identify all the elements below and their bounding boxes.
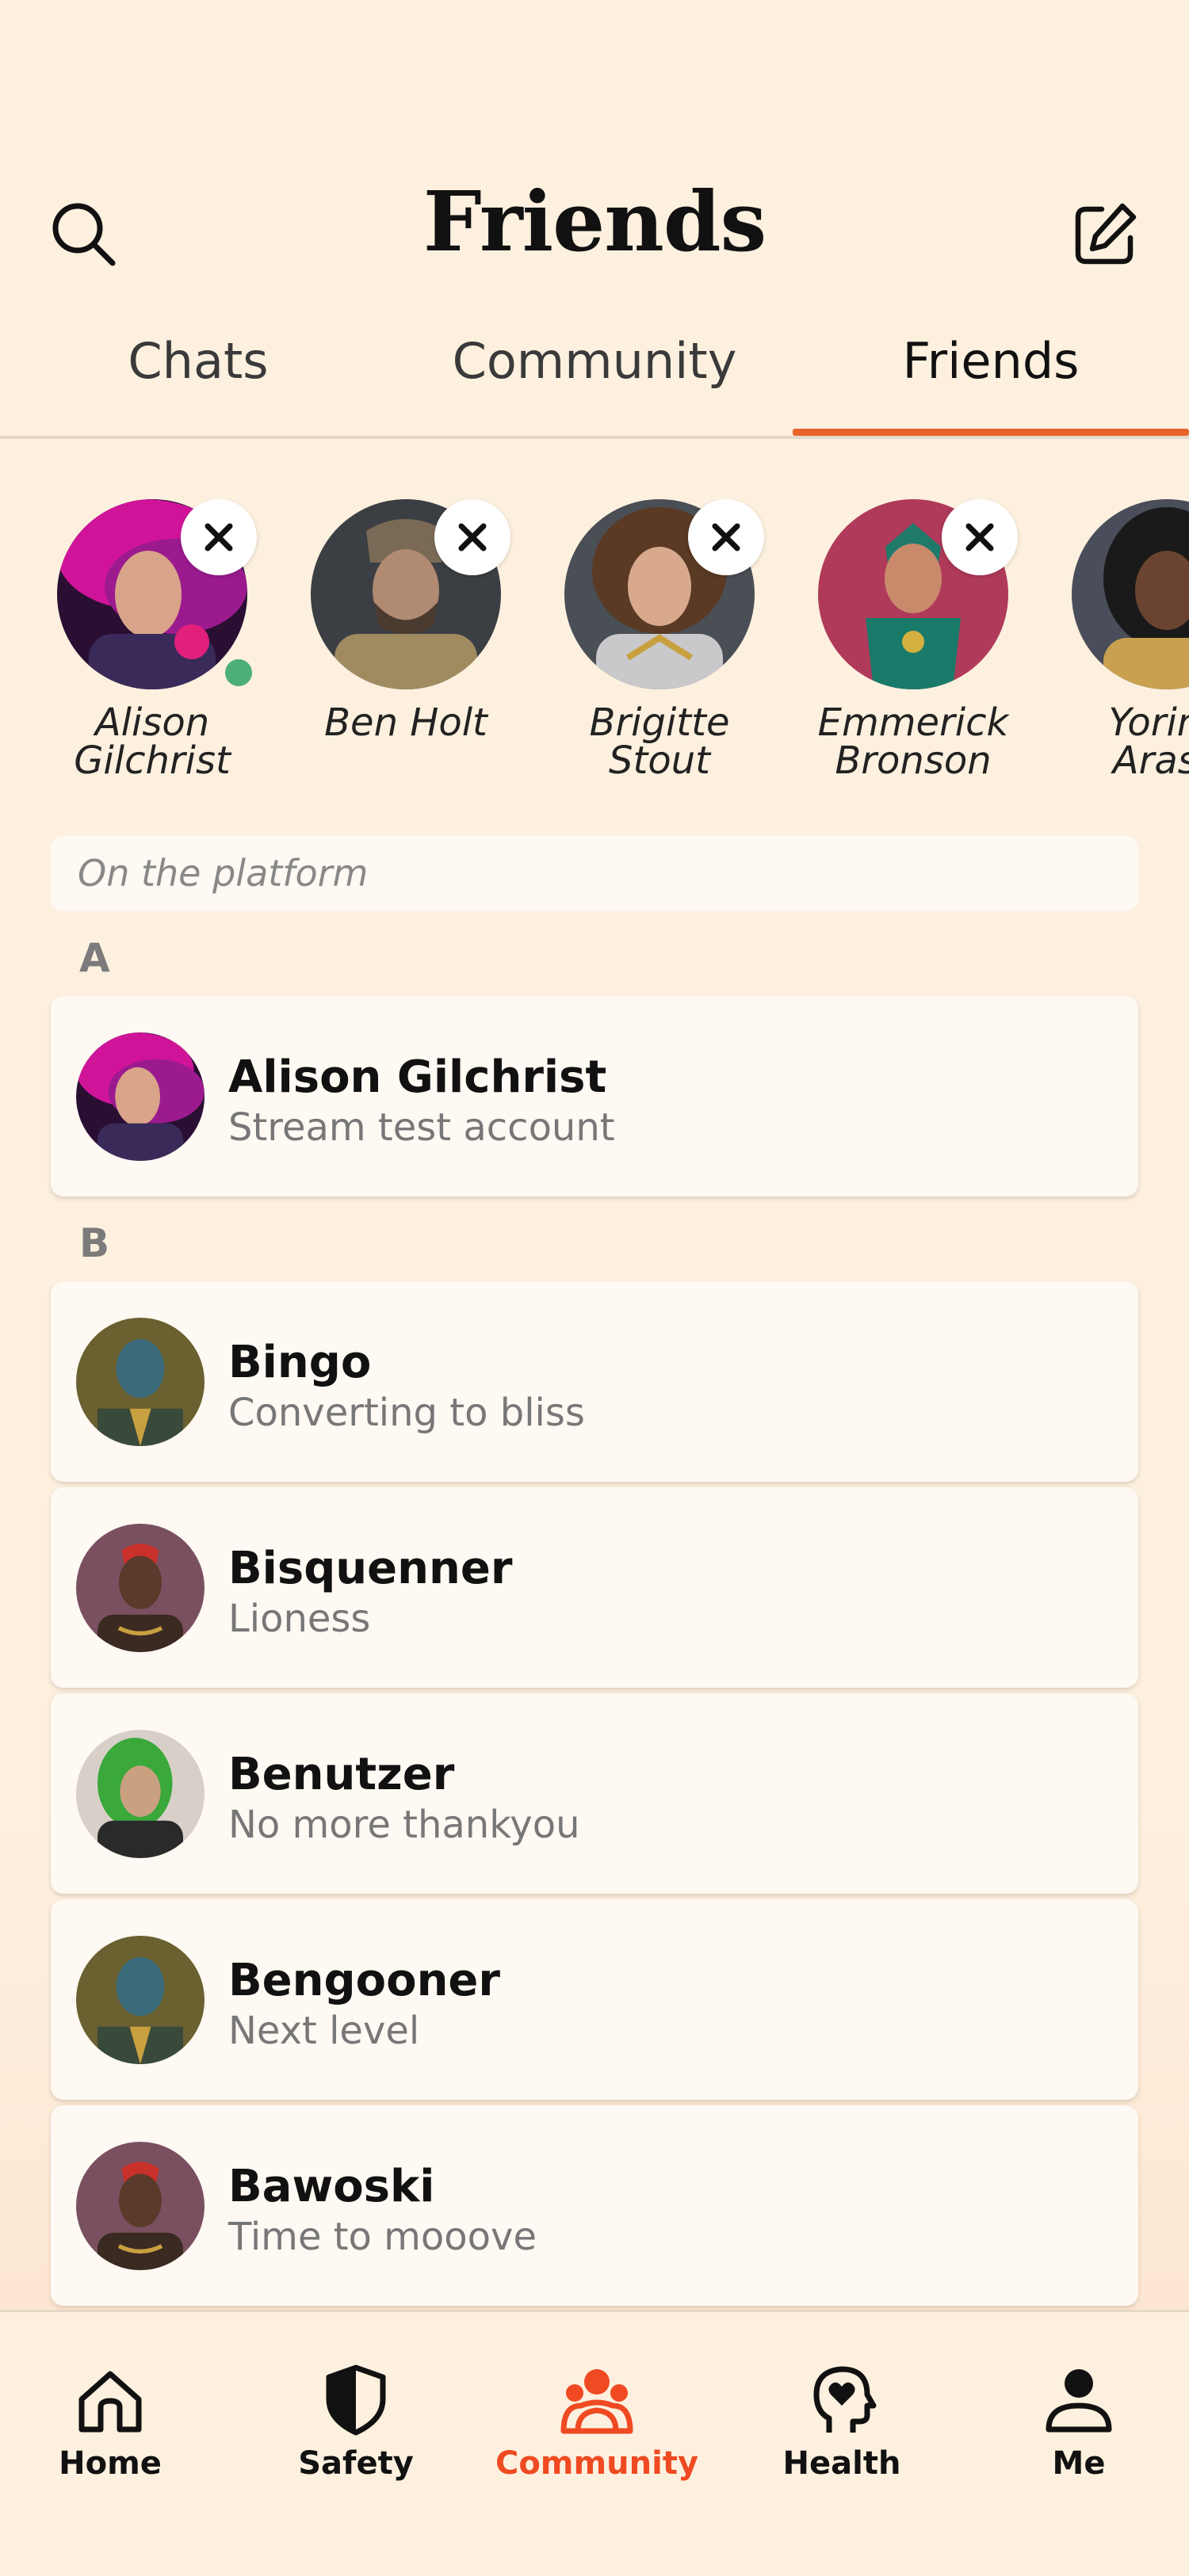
friend-name: Bengooner bbox=[228, 1955, 501, 2006]
tabbar-me[interactable]: Me bbox=[960, 2360, 1189, 2482]
tab-friends[interactable]: Friends bbox=[793, 317, 1189, 437]
filter-label: On the platform bbox=[51, 836, 1138, 911]
head-heart-icon bbox=[813, 2366, 877, 2433]
bottom-tab-bar: Home Safety Community Health Me bbox=[0, 2310, 1189, 2576]
avatar bbox=[76, 1936, 205, 2064]
tabbar-label: Me bbox=[1052, 2445, 1106, 2482]
friend-name: Bawoski bbox=[228, 2161, 435, 2212]
story-name-line: Yorind Arasa bbox=[1108, 700, 1189, 783]
page-title: Friends bbox=[422, 173, 767, 270]
friends-carousel[interactable]: Alison Gilchrist Ben Holt Brigitte Stout… bbox=[0, 499, 1189, 792]
story-name: Alison Gilchrist bbox=[33, 704, 271, 780]
compose-icon bbox=[1075, 203, 1137, 265]
avatar bbox=[76, 1318, 205, 1446]
friend-name: Benutzer bbox=[228, 1749, 455, 1800]
story-name: Brigitte Stout bbox=[541, 704, 778, 780]
shield-icon bbox=[326, 2364, 386, 2436]
tabbar-label: Safety bbox=[298, 2445, 414, 2482]
remove-story-button[interactable] bbox=[434, 499, 510, 575]
tabbar-label: Home bbox=[59, 2445, 162, 2482]
list-item[interactable]: Benutzer No more thankyou bbox=[51, 1693, 1138, 1894]
section-header: B bbox=[79, 1220, 110, 1266]
friend-status: Converting to bliss bbox=[228, 1391, 585, 1435]
tabbar-community[interactable]: Community bbox=[478, 2360, 716, 2482]
avatar bbox=[76, 2142, 205, 2270]
person-icon bbox=[1046, 2369, 1112, 2433]
list-item[interactable]: Bisquenner Lioness bbox=[51, 1487, 1138, 1688]
friend-status: No more thankyou bbox=[228, 1803, 580, 1847]
close-icon bbox=[205, 523, 233, 551]
tab-bar: Chats Community Friends bbox=[0, 317, 1189, 437]
home-icon bbox=[78, 2371, 142, 2433]
friend-name: Bisquenner bbox=[228, 1543, 513, 1594]
list-item[interactable]: Alison Gilchrist Stream test account bbox=[51, 996, 1138, 1196]
story-name: Yorind Arasa bbox=[1048, 704, 1189, 780]
friend-status: Next level bbox=[228, 2009, 420, 2053]
avatar bbox=[1072, 499, 1189, 689]
avatar bbox=[76, 1730, 205, 1858]
community-icon bbox=[560, 2369, 633, 2434]
story-name-line: Ben Holt bbox=[324, 700, 487, 745]
compose-button[interactable] bbox=[1070, 198, 1141, 269]
friend-status: Stream test account bbox=[228, 1105, 615, 1150]
friend-status: Time to mooove bbox=[228, 2215, 537, 2259]
story-name: Ben Holt bbox=[287, 704, 525, 742]
story-name-line: Emmerick Bronson bbox=[817, 700, 1009, 783]
story-name: Emmerick Bronson bbox=[794, 704, 1032, 780]
close-icon bbox=[965, 523, 994, 551]
tabbar-label: Community bbox=[495, 2445, 699, 2482]
tab-community[interactable]: Community bbox=[396, 317, 793, 437]
app-header: Friends Chats Community Friends bbox=[0, 0, 1189, 444]
section-header: A bbox=[79, 935, 110, 981]
tabbar-home[interactable]: Home bbox=[0, 2360, 229, 2482]
friend-name: Alison Gilchrist bbox=[228, 1051, 607, 1103]
avatar bbox=[76, 1032, 205, 1161]
list-item[interactable]: Bengooner Next level bbox=[51, 1899, 1138, 2100]
friend-status: Lioness bbox=[228, 1597, 371, 1641]
tab-chats[interactable]: Chats bbox=[0, 317, 396, 437]
list-item[interactable]: Bawoski Time to mooove bbox=[51, 2105, 1138, 2306]
story-name-line: Brigitte Stout bbox=[589, 700, 730, 783]
online-indicator bbox=[219, 653, 258, 693]
close-icon bbox=[712, 523, 740, 551]
story-name-line: Alison Gilchrist bbox=[74, 700, 231, 783]
tabbar-label: Health bbox=[782, 2445, 901, 2482]
remove-story-button[interactable] bbox=[688, 499, 764, 575]
avatar bbox=[76, 1524, 205, 1652]
list-item[interactable]: Bingo Converting to bliss bbox=[51, 1281, 1138, 1482]
remove-story-button[interactable] bbox=[181, 499, 257, 575]
friend-name: Bingo bbox=[228, 1337, 372, 1388]
tabbar-safety[interactable]: Safety bbox=[237, 2360, 475, 2482]
header-divider bbox=[0, 436, 1189, 439]
tabbar-health[interactable]: Health bbox=[723, 2360, 961, 2482]
active-tab-indicator bbox=[793, 429, 1189, 436]
remove-story-button[interactable] bbox=[942, 499, 1018, 575]
close-icon bbox=[458, 523, 487, 551]
